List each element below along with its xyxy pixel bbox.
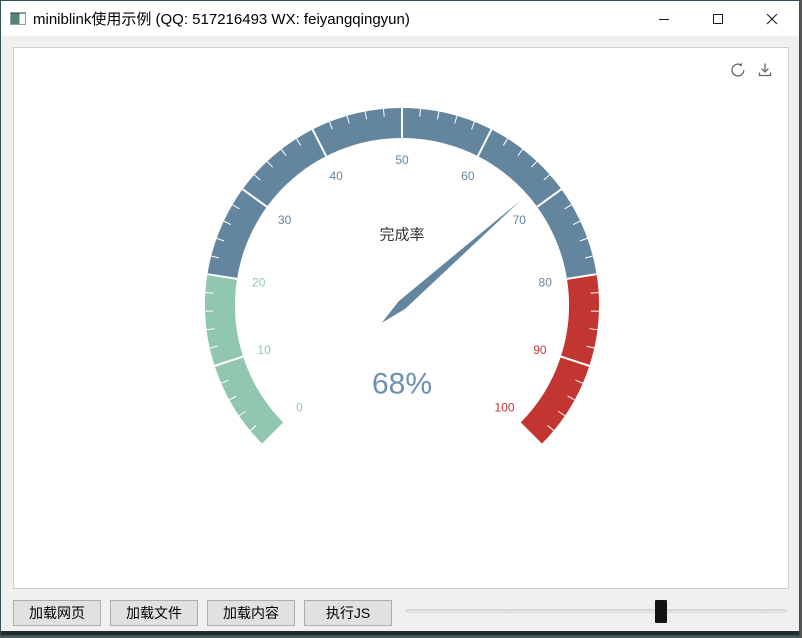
save-image-button[interactable] — [756, 61, 774, 79]
maximize-icon — [712, 13, 724, 25]
slider-track[interactable] — [406, 609, 787, 613]
close-button[interactable] — [745, 1, 799, 36]
gauge-axis-label: 90 — [533, 343, 547, 357]
gauge-axis-label: 50 — [395, 153, 409, 167]
window-title: miniblink使用示例 (QQ: 517216493 WX: feiyang… — [33, 8, 410, 29]
gauge-title: 完成率 — [379, 227, 424, 244]
gauge-axis-label: 80 — [539, 275, 553, 289]
close-icon — [766, 13, 778, 25]
echarts-toolbox — [729, 61, 774, 79]
gauge-axis-label: 40 — [329, 169, 343, 183]
refresh-icon — [729, 61, 747, 79]
window-controls — [637, 1, 799, 36]
gauge-axis-label: 60 — [461, 169, 475, 183]
gauge-axis-label: 100 — [495, 401, 515, 415]
app-window: miniblink使用示例 (QQ: 517216493 WX: feiyang… — [0, 0, 800, 636]
gauge-minor-tick — [205, 293, 213, 294]
button-row: 加载网页 加载文件 加载内容 执行JS — [13, 600, 392, 626]
gauge-arc-mid — [222, 123, 582, 277]
restore-button[interactable] — [729, 61, 747, 79]
background-window-strip — [1, 631, 799, 636]
execute-js-button[interactable]: 执行JS — [304, 600, 392, 626]
load-content-button[interactable]: 加载内容 — [207, 600, 295, 626]
download-icon — [756, 61, 774, 79]
browser-content-area: 0 10 20 30 40 50 60 70 80 90 100 完成率 68% — [13, 47, 789, 589]
minimize-icon — [658, 13, 670, 25]
gauge-detail-value: 68% — [372, 368, 432, 401]
gauge-minor-tick — [591, 293, 599, 294]
gauge-pointer — [382, 201, 521, 323]
maximize-button[interactable] — [691, 1, 745, 36]
gauge-axis-label: 0 — [296, 401, 303, 415]
slider-handle[interactable] — [655, 600, 667, 623]
gauge-axis-label: 20 — [252, 275, 266, 289]
minimize-button[interactable] — [637, 1, 691, 36]
bottom-toolbar: 加载网页 加载文件 加载内容 执行JS — [1, 591, 799, 632]
load-webpage-button[interactable]: 加载网页 — [13, 600, 101, 626]
gauge-axis-label: 70 — [513, 213, 527, 227]
gauge-chart: 0 10 20 30 40 50 60 70 80 90 100 完成率 68% — [14, 48, 790, 590]
gauge-axis-label: 10 — [257, 343, 271, 357]
app-icon — [10, 12, 26, 25]
load-file-button[interactable]: 加载文件 — [110, 600, 198, 626]
gauge-axis-label: 30 — [278, 213, 292, 227]
